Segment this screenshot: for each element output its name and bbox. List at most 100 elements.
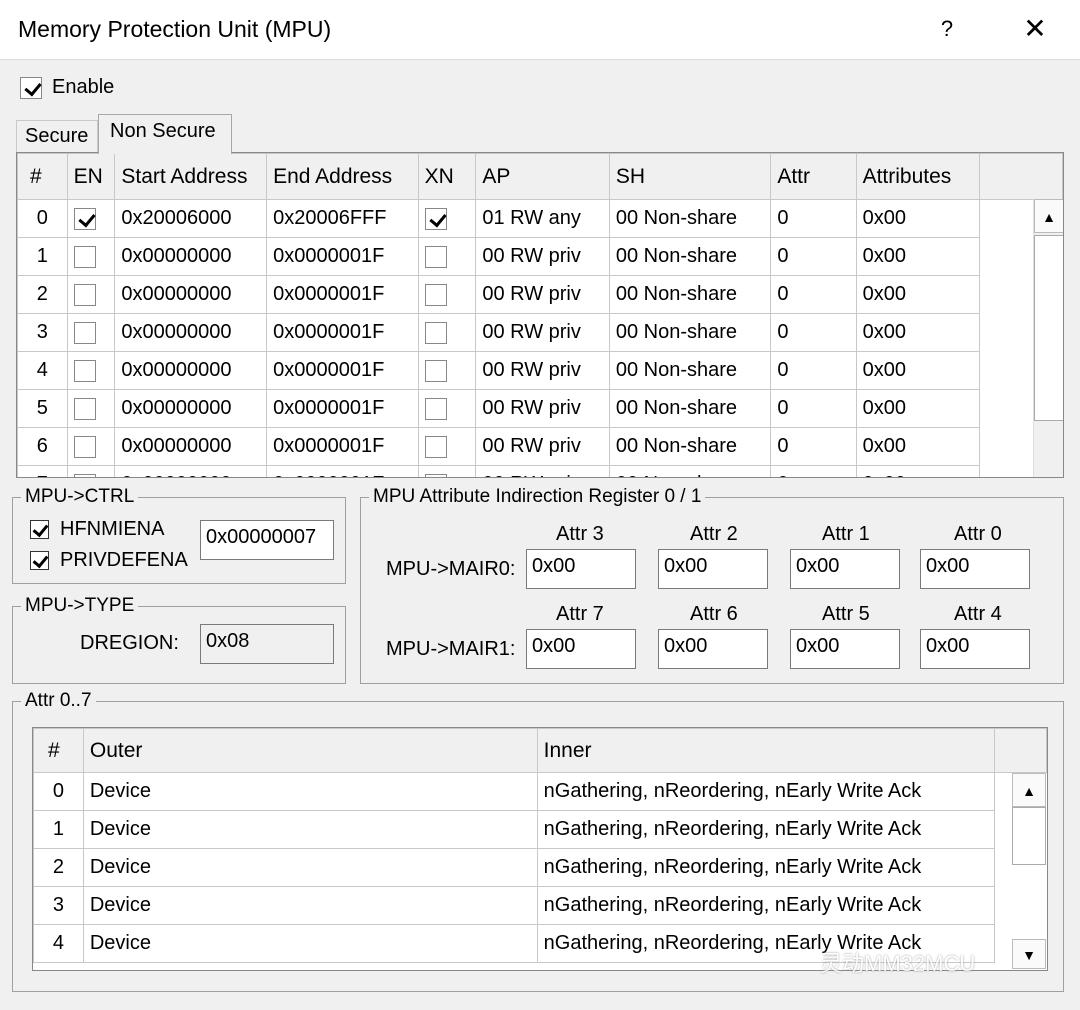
attr-outer[interactable]: Device bbox=[82, 848, 538, 887]
region-sh[interactable]: 00 Non-share bbox=[608, 313, 772, 352]
region-attributes[interactable]: 0x00 bbox=[855, 313, 981, 352]
region-ap[interactable]: 00 RW priv bbox=[475, 275, 610, 314]
attr-scroll-thumb[interactable] bbox=[1012, 807, 1046, 865]
region-xn-checkbox[interactable] bbox=[424, 283, 447, 306]
region-attr[interactable]: 0 bbox=[770, 427, 857, 466]
region-num[interactable]: 5 bbox=[17, 389, 68, 428]
region-row[interactable]: 0 0x20006000 0x20006FFF 01 RW any 00 Non-sha… bbox=[17, 199, 1063, 238]
attr-num[interactable]: 1 bbox=[33, 810, 84, 849]
attr-scrollbar[interactable]: ▲ ▼ bbox=[1012, 773, 1046, 969]
help-button[interactable]: ? bbox=[930, 10, 964, 48]
mair0-attr1-field[interactable]: 0x00 bbox=[790, 549, 900, 589]
region-ap[interactable]: 00 RW priv bbox=[475, 313, 610, 352]
close-button[interactable]: ✕ bbox=[1016, 10, 1054, 48]
attr-inner[interactable]: nGathering, nReordering, nEarly Write Ac… bbox=[536, 886, 996, 925]
region-start-address[interactable]: 0x00000000 bbox=[114, 389, 268, 428]
region-xn-checkbox[interactable] bbox=[424, 435, 447, 458]
col-header-en[interactable]: EN bbox=[66, 153, 116, 200]
region-num[interactable]: 1 bbox=[17, 237, 68, 276]
col-header-attr[interactable]: Attr bbox=[770, 153, 857, 200]
region-xn-checkbox[interactable] bbox=[424, 245, 447, 268]
region-en-checkbox[interactable] bbox=[73, 283, 96, 306]
region-attributes[interactable]: 0x00 bbox=[855, 427, 981, 466]
region-row[interactable]: 5 0x00000000 0x0000001F 00 RW priv 00 Non-sh… bbox=[17, 389, 1063, 428]
attr-col-header-inner[interactable]: Inner bbox=[536, 728, 996, 773]
tab-secure[interactable]: Secure bbox=[16, 120, 98, 152]
attr-outer[interactable]: Device bbox=[82, 886, 538, 925]
mair0-attr3-field[interactable]: 0x00 bbox=[526, 549, 636, 589]
region-row[interactable]: 7 0x000000000x0000001F 00 RW priv00 Non-sh… bbox=[17, 465, 1063, 477]
region-start-address[interactable]: 0x20006000 bbox=[114, 199, 268, 238]
region-start-address[interactable]: 0x00000000 bbox=[114, 237, 268, 276]
region-sh[interactable]: 00 Non-share bbox=[608, 275, 772, 314]
region-end-address[interactable]: 0x0000001F bbox=[266, 313, 419, 352]
region-num[interactable]: 7 bbox=[17, 465, 68, 477]
region-num[interactable]: 2 bbox=[17, 275, 68, 314]
region-end-address[interactable]: 0x0000001F bbox=[266, 389, 419, 428]
region-start-address[interactable]: 0x00000000 bbox=[114, 313, 268, 352]
region-row[interactable]: 1 0x00000000 0x0000001F 00 RW priv 00 Non-sh… bbox=[17, 237, 1063, 276]
attr-row[interactable]: 0 Device nGathering, nReordering, nEarly W… bbox=[33, 772, 1047, 811]
attr-outer[interactable]: Device bbox=[82, 924, 538, 963]
attr-num[interactable]: 3 bbox=[33, 886, 84, 925]
region-attr[interactable]: 0 bbox=[770, 313, 857, 352]
region-xn-checkbox[interactable] bbox=[424, 207, 447, 230]
region-row[interactable]: 4 0x00000000 0x0000001F 00 RW priv 00 Non-sh… bbox=[17, 351, 1063, 390]
mair1-attr7-field[interactable]: 0x00 bbox=[526, 629, 636, 669]
region-en-checkbox[interactable] bbox=[73, 321, 96, 344]
region-en-checkbox[interactable] bbox=[73, 359, 96, 382]
region-attr[interactable]: 0 bbox=[770, 237, 857, 276]
region-end-address[interactable]: 0x0000001F bbox=[266, 237, 419, 276]
region-xn-checkbox[interactable] bbox=[424, 359, 447, 382]
region-attributes[interactable]: 0x00 bbox=[855, 199, 981, 238]
region-start-address[interactable]: 0x00000000 bbox=[114, 427, 268, 466]
region-en-checkbox[interactable] bbox=[73, 435, 96, 458]
col-header-num[interactable]: # bbox=[17, 153, 68, 200]
region-ap[interactable]: 00 RW priv bbox=[475, 389, 610, 428]
attr-num[interactable]: 4 bbox=[33, 924, 84, 963]
region-row[interactable]: 6 0x00000000 0x0000001F 00 RW priv 00 Non-sh… bbox=[17, 427, 1063, 466]
region-attr[interactable]: 0 bbox=[770, 389, 857, 428]
region-sh[interactable]: 00 Non-share bbox=[608, 465, 772, 477]
attr-num[interactable]: 2 bbox=[33, 848, 84, 887]
hfnmiena-checkbox[interactable] bbox=[30, 520, 49, 539]
region-attributes[interactable]: 0x00 bbox=[855, 389, 981, 428]
region-xn-checkbox[interactable] bbox=[424, 473, 447, 477]
region-grid[interactable]: # EN Start Address End Address XN AP SH … bbox=[16, 152, 1064, 478]
mair0-attr2-field[interactable]: 0x00 bbox=[658, 549, 768, 589]
scroll-thumb[interactable] bbox=[1034, 235, 1063, 421]
region-xn-checkbox[interactable] bbox=[424, 397, 447, 420]
attr-row[interactable]: 3 Device nGathering, nReordering, nEarly W… bbox=[33, 886, 1047, 925]
attr-grid[interactable]: # Outer Inner 0 Device nGathering, nReorde… bbox=[32, 727, 1048, 971]
attr-outer[interactable]: Device bbox=[82, 810, 538, 849]
region-ap[interactable]: 00 RW priv bbox=[475, 237, 610, 276]
tab-non-secure[interactable]: Non Secure bbox=[98, 114, 232, 154]
col-header-end-address[interactable]: End Address bbox=[266, 153, 419, 200]
mair1-attr5-field[interactable]: 0x00 bbox=[790, 629, 900, 669]
mair0-attr0-field[interactable]: 0x00 bbox=[920, 549, 1030, 589]
region-ap[interactable]: 00 RW priv bbox=[475, 427, 610, 466]
region-end-address[interactable]: 0x0000001F bbox=[266, 465, 419, 477]
mair1-attr4-field[interactable]: 0x00 bbox=[920, 629, 1030, 669]
region-row[interactable]: 3 0x00000000 0x0000001F 00 RW priv 00 Non-sh… bbox=[17, 313, 1063, 352]
region-end-address[interactable]: 0x0000001F bbox=[266, 427, 419, 466]
col-header-sh[interactable]: SH bbox=[608, 153, 772, 200]
region-end-address[interactable]: 0x20006FFF bbox=[266, 199, 419, 238]
region-scrollbar[interactable]: ▲ bbox=[1033, 199, 1063, 477]
region-ap[interactable]: 00 RW priv bbox=[475, 465, 610, 477]
attr-inner[interactable]: nGathering, nReordering, nEarly Write Ac… bbox=[536, 848, 996, 887]
attr-outer[interactable]: Device bbox=[82, 772, 538, 811]
region-attr[interactable]: 0 bbox=[770, 275, 857, 314]
region-attributes[interactable]: 0x00 bbox=[855, 351, 981, 390]
region-ap[interactable]: 01 RW any bbox=[475, 199, 610, 238]
attr-scroll-down-arrow-icon[interactable]: ▼ bbox=[1012, 939, 1046, 969]
region-attr[interactable]: 0 bbox=[770, 351, 857, 390]
region-en-checkbox[interactable] bbox=[73, 207, 96, 230]
region-sh[interactable]: 00 Non-share bbox=[608, 199, 772, 238]
attr-col-header-num[interactable]: # bbox=[33, 728, 84, 773]
region-start-address[interactable]: 0x00000000 bbox=[114, 465, 268, 477]
attr-num[interactable]: 0 bbox=[33, 772, 84, 811]
col-header-attributes[interactable]: Attributes bbox=[855, 153, 981, 200]
col-header-ap[interactable]: AP bbox=[475, 153, 610, 200]
region-attr[interactable]: 0 bbox=[770, 199, 857, 238]
